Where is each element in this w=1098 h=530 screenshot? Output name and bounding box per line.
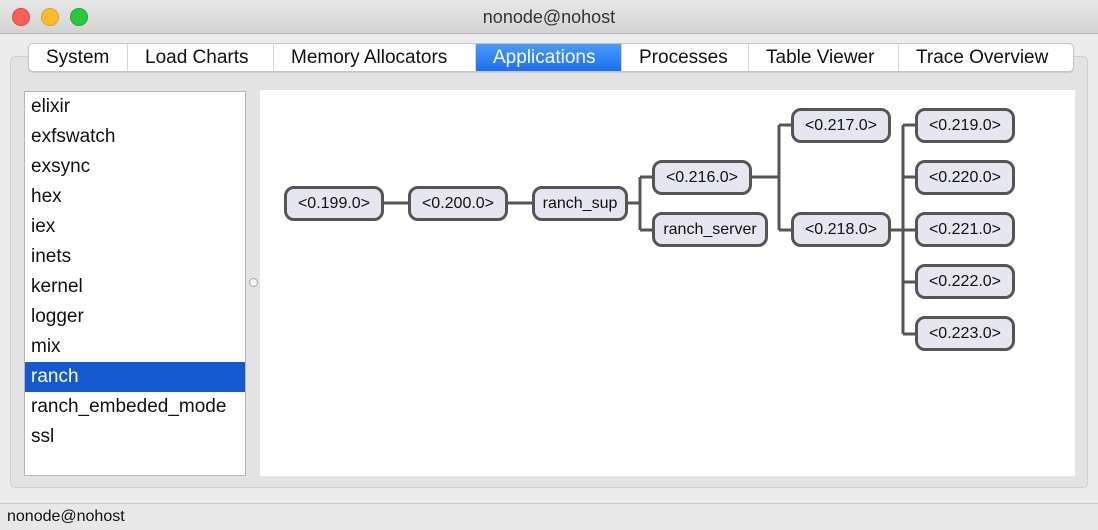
close-button[interactable] — [12, 8, 30, 26]
tab-table-viewer[interactable]: Table Viewer — [749, 44, 899, 71]
title-bar: nonode@nohost — [0, 0, 1098, 34]
application-list-item[interactable]: iex — [25, 212, 245, 242]
process-node[interactable]: <0.218.0> — [791, 212, 891, 247]
application-list-item[interactable]: exsync — [25, 152, 245, 182]
process-node[interactable]: <0.223.0> — [915, 316, 1015, 351]
tab-applications[interactable]: Applications — [476, 44, 622, 71]
process-node[interactable]: <0.219.0> — [915, 108, 1015, 143]
application-list-item[interactable]: exfswatch — [25, 122, 245, 152]
application-list-item[interactable]: kernel — [25, 272, 245, 302]
splitter-handle[interactable] — [249, 278, 258, 287]
process-node-ranch-sup[interactable]: ranch_sup — [532, 186, 628, 221]
tab-processes[interactable]: Processes — [622, 44, 749, 71]
process-node[interactable]: <0.221.0> — [915, 212, 1015, 247]
application-list[interactable]: elixir exfswatch exsync hex iex inets kernel lo… — [24, 91, 246, 476]
process-node[interactable]: <0.200.0> — [408, 186, 508, 221]
application-list-item[interactable]: inets — [25, 242, 245, 272]
minimize-button[interactable] — [41, 8, 59, 26]
application-list-item[interactable]: hex — [25, 182, 245, 212]
application-list-item[interactable]: ssl — [25, 422, 245, 452]
window-title: nonode@nohost — [482, 7, 616, 27]
tab-trace-overview[interactable]: Trace Overview — [899, 44, 1073, 71]
tab-bar: System Load Charts Memory Allocators App… — [28, 43, 1074, 72]
application-list-item[interactable]: ranch — [25, 362, 245, 392]
process-node[interactable]: <0.216.0> — [652, 160, 752, 195]
process-node[interactable]: <0.217.0> — [791, 108, 891, 143]
process-tree-canvas: <0.199.0> <0.200.0> ranch_sup <0.216.0> … — [260, 90, 1075, 476]
application-list-item[interactable]: mix — [25, 332, 245, 362]
process-node[interactable]: <0.220.0> — [915, 160, 1015, 195]
application-list-item[interactable]: ranch_embeded_mode — [25, 392, 245, 422]
tab-load-charts[interactable]: Load Charts — [128, 44, 274, 71]
application-list-item[interactable]: elixir — [25, 92, 245, 122]
process-node[interactable]: <0.199.0> — [284, 186, 384, 221]
status-bar: nonode@nohost — [0, 503, 1098, 530]
application-list-item[interactable]: logger — [25, 302, 245, 332]
tab-system[interactable]: System — [29, 44, 128, 71]
tab-memory-allocators[interactable]: Memory Allocators — [274, 44, 476, 71]
zoom-button[interactable] — [70, 8, 88, 26]
process-node[interactable]: <0.222.0> — [915, 264, 1015, 299]
process-node-ranch-server[interactable]: ranch_server — [652, 212, 768, 247]
